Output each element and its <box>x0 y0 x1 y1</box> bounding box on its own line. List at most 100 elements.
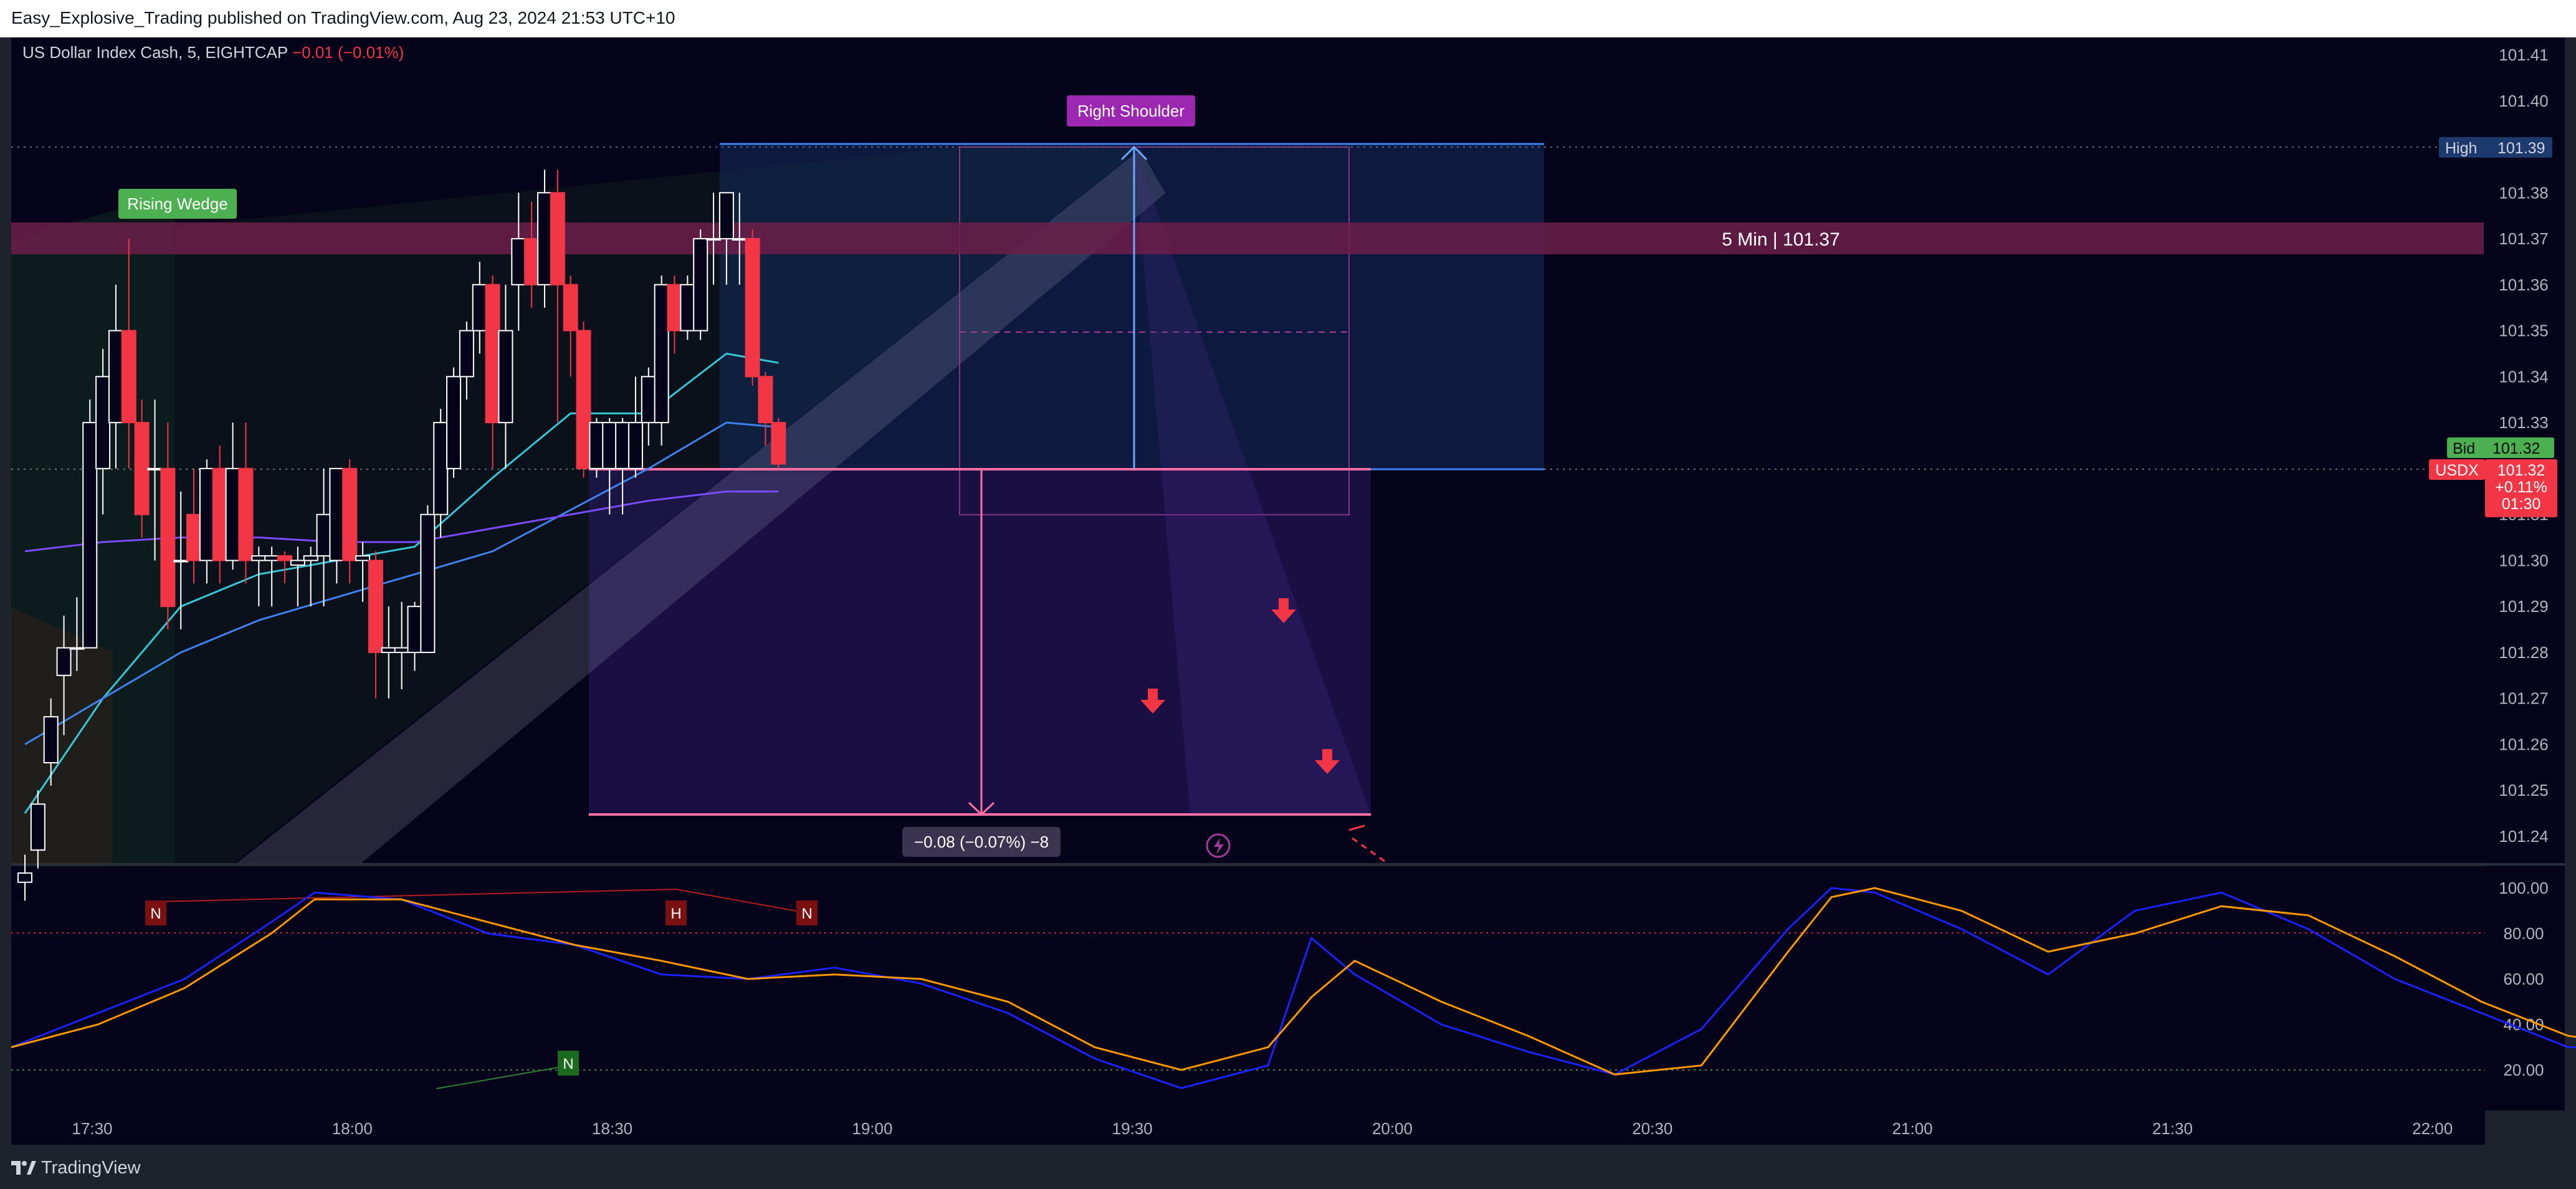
candle-body <box>537 192 552 285</box>
oscillator-tick-label: 80.00 <box>2503 924 2544 943</box>
price-tick-label: 101.29 <box>2499 597 2549 616</box>
time-tick-label: 21:00 <box>1892 1119 1933 1138</box>
price-tick-label: 101.40 <box>2499 92 2549 110</box>
high-tag[interactable]: High 101.39 <box>2439 137 2552 158</box>
marker-n-bull-text: N <box>563 1056 573 1072</box>
candle-body <box>30 803 45 851</box>
tradingview-logo-icon <box>11 1161 36 1175</box>
rising-wedge-text: Rising Wedge <box>127 194 227 213</box>
measure-text: −0.08 (−0.07%) −8 <box>914 833 1049 851</box>
symbol-title[interactable]: US Dollar Index Cash, 5, EIGHTCAP −0.01 … <box>22 43 404 62</box>
candle-body <box>732 238 747 241</box>
price-tick-label: 101.25 <box>2499 781 2549 800</box>
footer-bar: TradingView <box>0 1147 2576 1189</box>
candle-body <box>446 376 462 469</box>
candle-body <box>589 422 604 469</box>
oscillator-pane[interactable] <box>11 866 2485 1110</box>
time-tick-label: 22:00 <box>2412 1119 2453 1138</box>
candle-body <box>498 330 513 424</box>
time-tick-label: 20:30 <box>1632 1119 1672 1138</box>
candle-body <box>56 647 72 676</box>
oscillator-tick-label: 20.00 <box>2503 1061 2544 1079</box>
candle-body <box>212 467 227 561</box>
last-tag-symbol: USDX <box>2435 462 2479 479</box>
candle-body <box>641 376 656 424</box>
candle-body <box>771 422 786 465</box>
price-tick-label: 101.28 <box>2499 643 2549 662</box>
candle-body <box>524 238 540 285</box>
price-tick-label: 101.41 <box>2499 45 2549 64</box>
price-tick-label: 101.34 <box>2499 367 2549 386</box>
measure-label[interactable]: −0.08 (−0.07%) −8 <box>902 827 1061 857</box>
price-tick-label: 101.27 <box>2499 689 2549 708</box>
price-tick-label: 101.30 <box>2499 551 2549 570</box>
candle-body <box>147 467 163 470</box>
time-tick-label: 20:00 <box>1372 1119 1413 1138</box>
candle-body <box>225 467 241 561</box>
candle-body <box>576 330 591 469</box>
candle-body <box>381 647 396 653</box>
candle-body <box>433 422 449 515</box>
candle-body <box>654 284 669 424</box>
time-tick-label: 19:00 <box>852 1119 892 1138</box>
high-tag-label: High <box>2445 140 2477 157</box>
time-tick-label: 19:30 <box>1112 1119 1153 1138</box>
time-tick-label: 17:30 <box>72 1119 112 1138</box>
candle-body <box>718 192 734 240</box>
candle-body <box>329 467 345 561</box>
candle-body <box>758 376 773 424</box>
candle-body <box>303 555 318 561</box>
candle-body <box>173 560 189 563</box>
candle-body <box>316 513 332 557</box>
candle-body <box>121 330 136 424</box>
candle-body <box>264 555 280 561</box>
candle-body <box>95 376 111 469</box>
price-tick-label: 101.37 <box>2499 229 2549 248</box>
rising-wedge-label[interactable]: Rising Wedge <box>118 189 237 219</box>
candle-body <box>485 284 500 424</box>
candle-body <box>108 330 123 424</box>
oscillator-tick-label: 60.00 <box>2503 970 2544 988</box>
chart-canvas[interactable]: 5 Min | 101.37 Rising Wedge Right Should… <box>0 37 2576 1147</box>
time-tick-label: 18:30 <box>592 1119 632 1138</box>
marker-n-text: N <box>150 905 161 922</box>
right-shoulder-label[interactable]: Right Shoulder <box>1067 95 1195 127</box>
price-tick-label: 101.26 <box>2499 735 2549 753</box>
candle-body <box>550 192 565 285</box>
candle-body <box>342 467 358 561</box>
price-tick-label: 101.35 <box>2499 322 2549 340</box>
candle-body <box>627 422 643 469</box>
marker-h-text: H <box>670 905 681 922</box>
candle-body <box>407 606 422 653</box>
price-tick-label: 101.36 <box>2499 275 2549 294</box>
candle-body <box>472 284 487 332</box>
candle-body <box>82 422 98 649</box>
right-shoulder-text: Right Shoulder <box>1077 102 1185 120</box>
bid-tag-label: Bid <box>2453 440 2475 457</box>
candle-body <box>290 560 305 566</box>
candle-body <box>199 467 214 561</box>
candle-body <box>667 284 682 332</box>
candle-body <box>134 422 150 515</box>
candle-body <box>420 513 436 653</box>
candle-body <box>745 238 760 378</box>
candle-body <box>563 284 578 332</box>
candle-body <box>17 872 32 883</box>
candle-body <box>355 555 371 561</box>
candle-body <box>160 467 176 608</box>
candle-body <box>602 422 618 469</box>
time-axis[interactable] <box>11 1110 2485 1145</box>
price-tick-label: 101.24 <box>2499 827 2549 846</box>
candle-body <box>394 647 409 653</box>
candle-body <box>511 238 527 285</box>
marker-n-text: N <box>801 905 812 922</box>
last-tag-change: +0.11% <box>2495 479 2547 496</box>
footer-brand: TradingView <box>41 1158 141 1178</box>
bid-tag[interactable]: Bid 101.32 <box>2447 437 2554 458</box>
candle-body <box>43 716 59 763</box>
candle-body <box>251 555 267 561</box>
candle-body <box>693 238 708 332</box>
resistance-zone-label: 5 Min | 101.37 <box>1722 229 1840 250</box>
oscillator-tick-label: 100.00 <box>2499 879 2549 897</box>
last-tag-value: 101.32 <box>2497 462 2545 479</box>
